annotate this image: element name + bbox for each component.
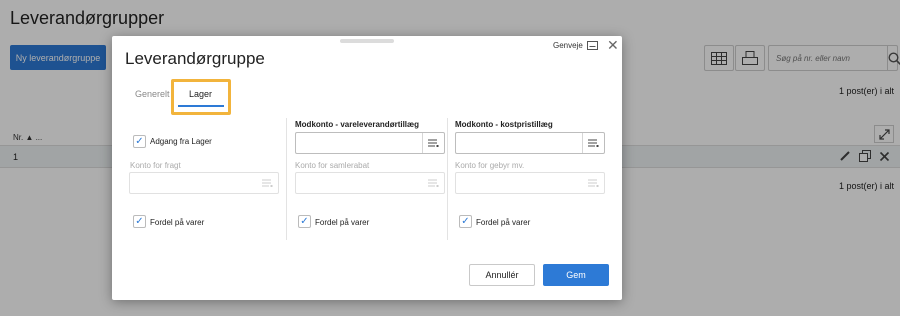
distribute-to-items-label-2: Fordel på varer — [315, 218, 370, 227]
fee-account-label: Konto for gebyr mv. — [455, 161, 525, 170]
access-from-warehouse-checkbox[interactable]: ✓ — [133, 135, 146, 148]
distribute-to-items-label-3: Fordel på varer — [476, 218, 531, 227]
checkmark-icon: ✓ — [461, 215, 470, 227]
checkmark-icon: ✓ — [135, 215, 144, 227]
column-divider — [286, 118, 287, 240]
checkmark-icon: ✓ — [300, 215, 309, 227]
access-from-warehouse-label: Adgang fra Lager — [150, 137, 212, 146]
drag-handle[interactable] — [340, 39, 394, 43]
collective-discount-account-lookup-button[interactable] — [422, 173, 444, 193]
keyboard-icon[interactable] — [587, 41, 598, 50]
dialog-title: Leverandørgruppe — [125, 49, 265, 68]
collective-discount-account-input[interactable] — [296, 173, 422, 193]
fee-account-input[interactable] — [456, 173, 582, 193]
collective-discount-account-label: Konto for samlerabat — [295, 161, 370, 170]
list-icon — [428, 139, 439, 147]
tab-general[interactable]: Generelt — [135, 89, 170, 99]
distribute-to-items-label-1: Fordel på varer — [150, 218, 205, 227]
fee-account-lookup-button[interactable] — [582, 173, 604, 193]
list-icon — [587, 179, 598, 187]
counter-account-cost-surcharge-field — [455, 132, 605, 154]
distribute-to-items-checkbox-3[interactable]: ✓ — [459, 215, 472, 228]
counter-account-cost-surcharge-input[interactable] — [456, 133, 582, 153]
freight-account-field — [129, 172, 279, 194]
counter-account-supplier-surcharge-label: Modkonto - vareleverandørtillæg — [295, 120, 420, 129]
cancel-button[interactable]: Annullér — [469, 264, 535, 286]
distribute-to-items-checkbox-2[interactable]: ✓ — [298, 215, 311, 228]
list-icon — [427, 179, 438, 187]
freight-account-input[interactable] — [130, 173, 256, 193]
fee-account-field — [455, 172, 605, 194]
freight-account-lookup-button[interactable] — [256, 173, 278, 193]
list-icon — [261, 179, 272, 187]
counter-account-supplier-surcharge-input[interactable] — [296, 133, 422, 153]
counter-account-supplier-surcharge-lookup-button[interactable] — [422, 133, 444, 153]
distribute-to-items-checkbox-1[interactable]: ✓ — [133, 215, 146, 228]
close-icon[interactable]: ✕ — [607, 38, 619, 52]
list-icon — [588, 139, 599, 147]
counter-account-cost-surcharge-label: Modkonto - kostpristillæg — [455, 120, 553, 129]
highlight-annotation — [171, 79, 231, 115]
counter-account-supplier-surcharge-field — [295, 132, 445, 154]
counter-account-cost-surcharge-lookup-button[interactable] — [582, 133, 604, 153]
checkmark-icon: ✓ — [135, 135, 144, 147]
freight-account-label: Konto for fragt — [130, 161, 181, 170]
shortcuts-link[interactable]: Genveje — [553, 41, 583, 50]
column-divider — [447, 118, 448, 240]
collective-discount-account-field — [295, 172, 445, 194]
supplier-group-dialog: Leverandørgruppe Genveje ✕ Generelt Lage… — [112, 36, 622, 300]
save-button[interactable]: Gem — [543, 264, 609, 286]
